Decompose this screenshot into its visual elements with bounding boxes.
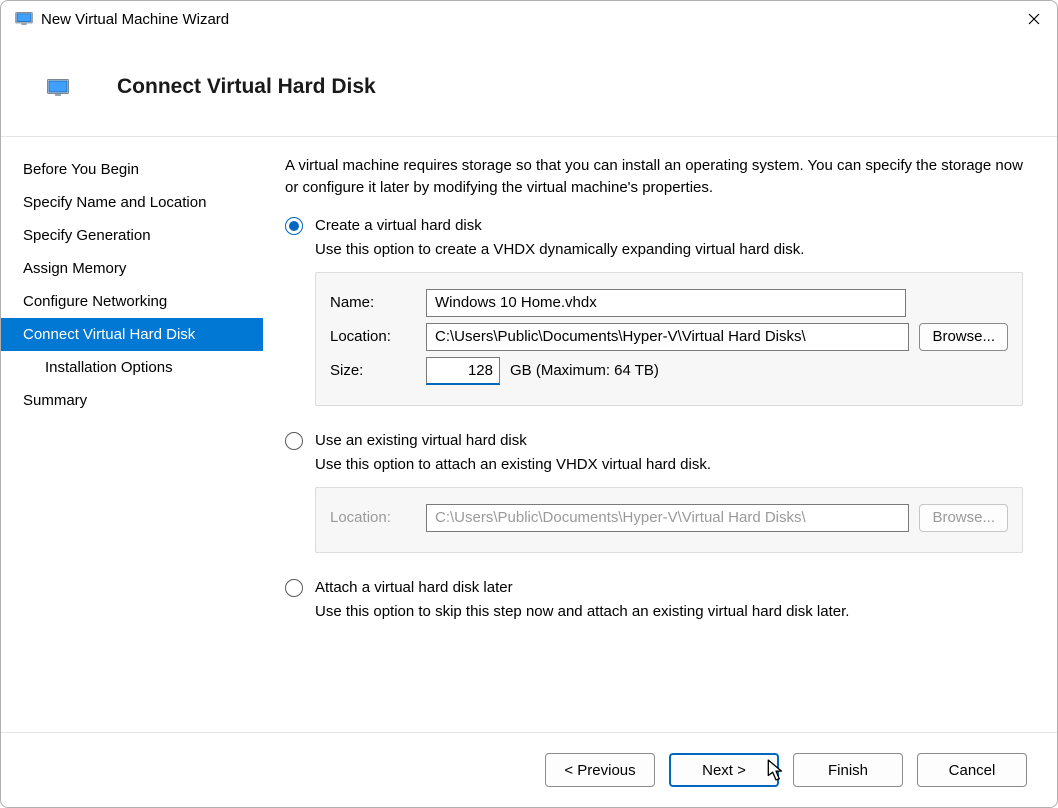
step-label: Specify Name and Location: [23, 194, 206, 211]
step-label: Assign Memory: [23, 260, 126, 277]
page-title: Connect Virtual Hard Disk: [117, 75, 376, 99]
banner: Connect Virtual Hard Disk: [1, 37, 1057, 137]
step-summary[interactable]: Summary: [1, 384, 263, 417]
previous-button[interactable]: < Previous: [545, 753, 655, 787]
name-label: Name:: [330, 294, 416, 311]
step-configure-networking[interactable]: Configure Networking: [1, 285, 263, 318]
vhd-name-input[interactable]: [426, 289, 906, 317]
location-label: Location:: [330, 328, 416, 345]
option-existing-label: Use an existing virtual hard disk: [315, 432, 527, 449]
step-label: Before You Begin: [23, 161, 139, 178]
option-existing-vhd[interactable]: Use an existing virtual hard disk: [285, 432, 1023, 450]
size-label: Size:: [330, 362, 416, 379]
step-label: Specify Generation: [23, 227, 151, 244]
browse-label: Browse...: [932, 328, 995, 345]
step-before-you-begin[interactable]: Before You Begin: [1, 153, 263, 186]
option-create-desc: Use this option to create a VHDX dynamic…: [315, 239, 1023, 260]
step-assign-memory[interactable]: Assign Memory: [1, 252, 263, 285]
cancel-label: Cancel: [949, 762, 996, 779]
option-create-vhd[interactable]: Create a virtual hard disk: [285, 217, 1023, 235]
step-label: Installation Options: [45, 359, 173, 376]
vhd-location-input[interactable]: [426, 323, 909, 351]
footer: < Previous Next > Finish Cancel: [1, 732, 1057, 807]
vhd-size-input[interactable]: [426, 357, 500, 385]
step-specify-generation[interactable]: Specify Generation: [1, 219, 263, 252]
finish-button[interactable]: Finish: [793, 753, 903, 787]
step-label: Configure Networking: [23, 293, 167, 310]
cancel-button[interactable]: Cancel: [917, 753, 1027, 787]
existing-location-label: Location:: [330, 509, 416, 526]
existing-browse-button: Browse...: [919, 504, 1008, 532]
window-title: New Virtual Machine Wizard: [41, 11, 229, 28]
option-create-label: Create a virtual hard disk: [315, 217, 482, 234]
option-existing-desc: Use this option to attach an existing VH…: [315, 454, 1023, 475]
finish-label: Finish: [828, 762, 868, 779]
existing-browse-label: Browse...: [932, 509, 995, 526]
radio-existing-vhd[interactable]: [285, 432, 303, 450]
step-label: Connect Virtual Hard Disk: [23, 326, 195, 343]
existing-location-input: [426, 504, 909, 532]
step-specify-name[interactable]: Specify Name and Location: [1, 186, 263, 219]
intro-text: A virtual machine requires storage so th…: [285, 155, 1023, 199]
existing-vhd-panel: Location: Browse...: [315, 487, 1023, 553]
option-later-desc: Use this option to skip this step now an…: [315, 601, 1023, 622]
step-connect-vhd[interactable]: Connect Virtual Hard Disk: [1, 318, 263, 351]
step-installation-options[interactable]: Installation Options: [1, 351, 263, 384]
app-icon: [15, 12, 33, 26]
browse-location-button[interactable]: Browse...: [919, 323, 1008, 351]
wizard-icon: [47, 79, 69, 97]
content-pane: A virtual machine requires storage so th…: [263, 137, 1057, 732]
title-bar: New Virtual Machine Wizard: [1, 1, 1057, 37]
option-later-label: Attach a virtual hard disk later: [315, 579, 513, 596]
wizard-steps-sidebar: Before You Begin Specify Name and Locati…: [1, 137, 263, 732]
option-attach-later[interactable]: Attach a virtual hard disk later: [285, 579, 1023, 597]
radio-attach-later[interactable]: [285, 579, 303, 597]
radio-create-vhd[interactable]: [285, 217, 303, 235]
previous-label: < Previous: [564, 762, 635, 779]
close-icon: [1028, 13, 1040, 25]
step-label: Summary: [23, 392, 87, 409]
size-suffix: GB (Maximum: 64 TB): [510, 362, 659, 379]
next-button[interactable]: Next >: [669, 753, 779, 787]
create-vhd-panel: Name: Location: Browse... Size: GB (Maxi…: [315, 272, 1023, 406]
next-label: Next >: [702, 762, 746, 779]
close-button[interactable]: [1011, 1, 1057, 37]
